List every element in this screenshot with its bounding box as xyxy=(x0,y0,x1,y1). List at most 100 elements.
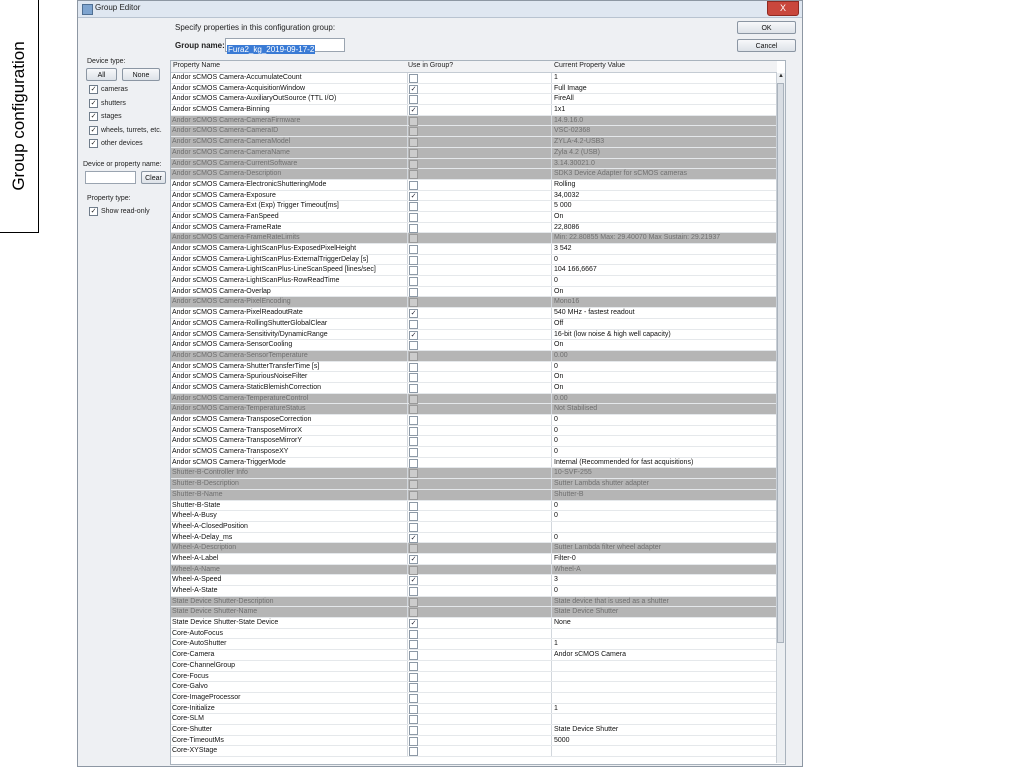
use-in-group-checkbox[interactable]: ✓ xyxy=(409,106,418,116)
table-row[interactable]: Andor sCMOS Camera-ElectronicShutteringM… xyxy=(171,179,777,191)
use-in-group-checkbox[interactable] xyxy=(409,277,418,287)
use-in-group-checkbox[interactable] xyxy=(409,116,418,126)
show-readonly-checkbox[interactable]: ✓ xyxy=(89,207,98,216)
use-in-group-checkbox[interactable] xyxy=(409,245,418,254)
use-in-group-checkbox[interactable] xyxy=(409,95,418,105)
header-property-name[interactable]: Property Name xyxy=(173,62,220,69)
use-in-group-checkbox[interactable] xyxy=(409,629,418,639)
use-in-group-checkbox[interactable] xyxy=(409,383,418,393)
clear-button[interactable]: Clear xyxy=(141,171,166,184)
table-row[interactable]: Andor sCMOS Camera-AccumulateCount 1 xyxy=(171,73,777,84)
table-row[interactable]: Andor sCMOS Camera-TransposeMirrorX 0 xyxy=(171,425,777,437)
table-row[interactable]: Andor sCMOS Camera-Binning ✓ 1x1 xyxy=(171,105,777,116)
table-row[interactable]: Wheel-A-Name Wheel-A xyxy=(171,564,777,576)
close-button[interactable]: X xyxy=(767,1,799,16)
use-in-group-checkbox[interactable] xyxy=(409,405,418,415)
table-row[interactable]: Andor sCMOS Camera-Ext (Exp) Trigger Tim… xyxy=(171,201,777,212)
cancel-button[interactable]: Cancel xyxy=(737,39,796,52)
table-row[interactable]: Andor sCMOS Camera-TriggerMode Internal (… xyxy=(171,457,777,469)
use-in-group-checkbox[interactable] xyxy=(409,736,418,746)
use-in-group-checkbox[interactable] xyxy=(409,544,418,554)
use-in-group-checkbox[interactable] xyxy=(409,159,418,169)
table-row[interactable]: Shutter-B-Name Shutter-B xyxy=(171,489,777,501)
use-in-group-checkbox[interactable] xyxy=(409,640,418,650)
use-in-group-checkbox[interactable] xyxy=(409,501,418,511)
use-in-group-checkbox[interactable] xyxy=(409,565,418,575)
table-row[interactable]: State Device Shutter-Description State de… xyxy=(171,596,777,608)
use-in-group-checkbox[interactable] xyxy=(409,341,418,351)
table-row[interactable]: Andor sCMOS Camera-Sensitivity/DynamicRa… xyxy=(171,329,777,341)
use-in-group-checkbox[interactable] xyxy=(409,448,418,458)
use-in-group-checkbox[interactable] xyxy=(409,148,418,158)
use-in-group-checkbox[interactable] xyxy=(409,683,418,693)
table-row[interactable]: Core-AutoFocus xyxy=(171,628,777,640)
table-row[interactable]: Andor sCMOS Camera-TransposeCorrection 0 xyxy=(171,415,777,426)
table-row[interactable]: Andor sCMOS Camera-FrameRateLimits Min: 2… xyxy=(171,233,777,244)
table-row[interactable]: Andor sCMOS Camera-SpuriousNoiseFilter On xyxy=(171,372,777,383)
use-in-group-checkbox[interactable] xyxy=(409,416,418,425)
use-in-group-checkbox[interactable] xyxy=(409,747,418,757)
none-button[interactable]: None xyxy=(122,68,160,81)
table-row[interactable]: Core-SLM xyxy=(171,714,777,725)
use-in-group-checkbox[interactable] xyxy=(409,587,418,596)
use-in-group-checkbox[interactable] xyxy=(409,234,418,244)
use-in-group-checkbox[interactable]: ✓ xyxy=(409,554,418,564)
table-row[interactable]: Andor sCMOS Camera-Exposure ✓ 34,0032 xyxy=(171,190,777,202)
use-in-group-checkbox[interactable] xyxy=(409,469,418,479)
table-row[interactable]: Andor sCMOS Camera-Overlap On xyxy=(171,286,777,298)
all-button[interactable]: All xyxy=(86,68,117,81)
table-row[interactable]: State Device Shutter-Name State Device Sh… xyxy=(171,607,777,619)
table-row[interactable]: Andor sCMOS Camera-LightScanPlus-RowRead… xyxy=(171,276,777,287)
use-in-group-checkbox[interactable] xyxy=(409,522,418,532)
table-row[interactable]: Andor sCMOS Camera-CameraFirmware 14.9.16… xyxy=(171,115,777,127)
table-row[interactable]: Andor sCMOS Camera-TemperatureControl 0.0… xyxy=(171,393,777,405)
use-in-group-checkbox[interactable] xyxy=(409,725,418,735)
use-in-group-checkbox[interactable] xyxy=(409,255,418,265)
table-row[interactable]: Andor sCMOS Camera-CameraModel ZYLA-4.2-U… xyxy=(171,137,777,148)
ok-button[interactable]: OK xyxy=(737,21,796,34)
table-row[interactable]: Andor sCMOS Camera-SensorTemperature 0.00 xyxy=(171,350,777,362)
header-use-in-group[interactable]: Use in Group? xyxy=(408,62,453,69)
group-name-input[interactable]: Fura2_kg_2019-09-17-2 xyxy=(225,38,345,54)
use-in-group-checkbox[interactable] xyxy=(409,426,418,436)
table-row[interactable]: Andor sCMOS Camera-SensorCooling On xyxy=(171,340,777,351)
use-in-group-checkbox[interactable] xyxy=(409,287,418,297)
table-row[interactable]: Shutter-B-Controller Info 10-SVF-255 xyxy=(171,468,777,480)
use-in-group-checkbox[interactable] xyxy=(409,490,418,500)
table-row[interactable]: Core-Initialize 1 xyxy=(171,703,777,715)
use-in-group-checkbox[interactable] xyxy=(409,127,418,137)
table-row[interactable]: Andor sCMOS Camera-RollingShutterGlobalC… xyxy=(171,318,777,330)
use-in-group-checkbox[interactable] xyxy=(409,223,418,233)
table-row[interactable]: Andor sCMOS Camera-FanSpeed On xyxy=(171,211,777,223)
use-in-group-checkbox[interactable] xyxy=(409,704,418,714)
use-in-group-checkbox[interactable] xyxy=(409,202,418,212)
table-row[interactable]: Core-XYStage xyxy=(171,746,777,757)
scroll-thumb[interactable] xyxy=(777,83,784,643)
use-in-group-checkbox[interactable] xyxy=(409,512,418,522)
table-row[interactable]: Wheel-A-Label ✓ Filter-0 xyxy=(171,553,777,565)
table-row[interactable]: Wheel-A-Speed ✓ 3 xyxy=(171,575,777,586)
table-row[interactable]: Andor sCMOS Camera-FrameRate 22,8086 xyxy=(171,222,777,234)
use-in-group-checkbox[interactable] xyxy=(409,266,418,276)
use-in-group-checkbox[interactable] xyxy=(409,480,418,490)
use-in-group-checkbox[interactable] xyxy=(409,437,418,447)
table-row[interactable]: Shutter-B-Description Sutter Lambda shutt… xyxy=(171,479,777,490)
table-row[interactable]: Core-ChannelGroup xyxy=(171,660,777,672)
table-row[interactable]: Andor sCMOS Camera-AcquisitionWindow ✓ Ful… xyxy=(171,83,777,95)
title-bar[interactable]: Group Editor X xyxy=(78,1,802,18)
table-row[interactable]: Andor sCMOS Camera-CameraID VSC-02368 xyxy=(171,126,777,138)
use-in-group-checkbox[interactable] xyxy=(409,458,418,468)
table-row[interactable]: Core-Galvo xyxy=(171,682,777,693)
scroll-up-arrow-icon[interactable]: ▲ xyxy=(777,73,785,82)
use-in-group-checkbox[interactable]: ✓ xyxy=(409,533,418,543)
use-in-group-checkbox[interactable] xyxy=(409,74,418,83)
use-in-group-checkbox[interactable] xyxy=(409,298,418,308)
device-type-checkbox[interactable]: ✓ xyxy=(89,85,98,94)
use-in-group-checkbox[interactable] xyxy=(409,351,418,361)
table-row[interactable]: Core-Focus xyxy=(171,671,777,683)
table-row[interactable]: Andor sCMOS Camera-Description SDK3 Devic… xyxy=(171,169,777,180)
table-row[interactable]: Andor sCMOS Camera-ShutterTransferTime [… xyxy=(171,361,777,373)
table-row[interactable]: Core-AutoShutter 1 xyxy=(171,639,777,651)
use-in-group-checkbox[interactable] xyxy=(409,672,418,682)
use-in-group-checkbox[interactable]: ✓ xyxy=(409,330,418,340)
